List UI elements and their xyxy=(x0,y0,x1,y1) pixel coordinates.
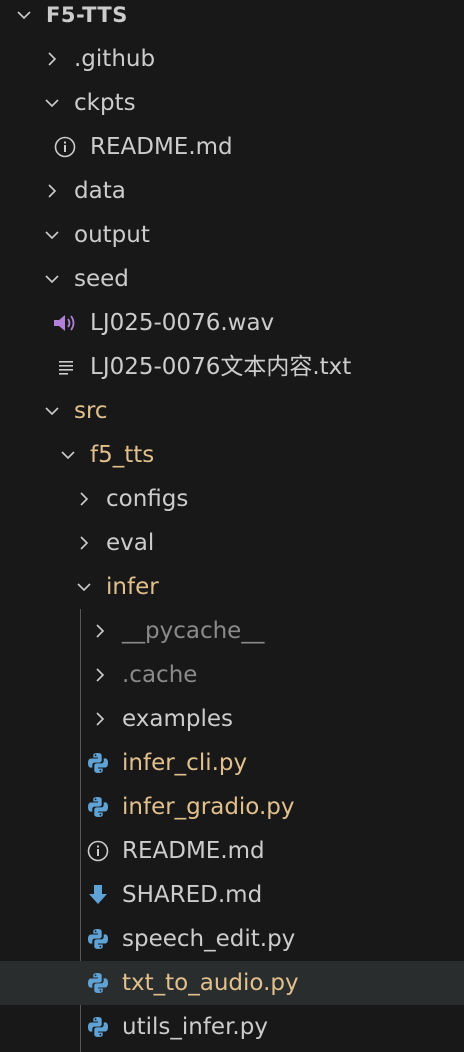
tree-folder-ckpts[interactable]: ckpts xyxy=(0,81,464,125)
tree-item-label: configs xyxy=(106,486,189,512)
python-icon xyxy=(86,961,110,1005)
tree-item-label: data xyxy=(74,178,126,204)
chevron-down-icon[interactable] xyxy=(44,81,60,125)
tree-item-label: infer xyxy=(106,574,159,600)
tree-item-label: eval xyxy=(106,530,155,556)
tree-item-label: infer_gradio.py xyxy=(122,794,295,820)
chevron-right-icon[interactable] xyxy=(44,169,60,213)
tree-file-wav[interactable]: LJ025-0076.wav xyxy=(0,301,464,345)
tree-item-label: README.md xyxy=(90,134,233,160)
chevron-down-icon[interactable] xyxy=(16,0,32,37)
tree-folder-output[interactable]: output xyxy=(0,213,464,257)
tree-item-label: .github xyxy=(74,46,156,72)
file-explorer-tree: F5-TTS .github ckpts README.md data outp… xyxy=(0,0,464,1052)
tree-folder-seed[interactable]: seed xyxy=(0,257,464,301)
info-icon xyxy=(53,125,77,169)
tree-file-utils-infer[interactable]: utils_infer.py xyxy=(0,1005,464,1049)
tree-folder-infer[interactable]: infer xyxy=(0,565,464,609)
tree-folder-data[interactable]: data xyxy=(0,169,464,213)
tree-item-label: txt_to_audio.py xyxy=(122,970,299,996)
tree-file-txt-to-audio[interactable]: txt_to_audio.py xyxy=(0,961,464,1005)
tree-item-label: README.md xyxy=(122,838,265,864)
tree-item-label: output xyxy=(74,222,150,248)
tree-folder-pycache[interactable]: __pycache__ xyxy=(0,609,464,653)
tree-item-label: examples xyxy=(122,706,233,732)
chevron-right-icon[interactable] xyxy=(92,609,108,653)
tree-folder-eval[interactable]: eval xyxy=(0,521,464,565)
tree-item-label: __pycache__ xyxy=(122,618,265,644)
chevron-down-icon[interactable] xyxy=(60,433,76,477)
tree-file-shared[interactable]: SHARED.md xyxy=(0,873,464,917)
tree-file-txt[interactable]: LJ025-0076文本内容.txt xyxy=(0,345,464,389)
chevron-right-icon[interactable] xyxy=(76,521,92,565)
info-icon xyxy=(86,829,110,873)
tree-item-label: LJ025-0076文本内容.txt xyxy=(90,354,352,380)
tree-root-label: F5-TTS xyxy=(46,3,128,27)
tree-item-label: speech_edit.py xyxy=(122,926,296,952)
python-icon xyxy=(86,741,110,785)
tree-item-label: utils_infer.py xyxy=(122,1014,268,1040)
tree-item-label: SHARED.md xyxy=(122,882,263,908)
python-icon xyxy=(86,785,110,829)
chevron-right-icon[interactable] xyxy=(44,37,60,81)
chevron-right-icon[interactable] xyxy=(92,653,108,697)
tree-item-label: infer_cli.py xyxy=(122,750,248,776)
python-icon xyxy=(86,1005,110,1049)
tree-folder-cache[interactable]: .cache xyxy=(0,653,464,697)
tree-item-label: seed xyxy=(74,266,129,292)
python-icon xyxy=(86,917,110,961)
download-arrow-icon xyxy=(86,873,110,917)
tree-folder-f5-tts[interactable]: f5_tts xyxy=(0,433,464,477)
tree-folder-github[interactable]: .github xyxy=(0,37,464,81)
chevron-right-icon[interactable] xyxy=(76,477,92,521)
chevron-down-icon[interactable] xyxy=(44,213,60,257)
tree-root-f5-tts[interactable]: F5-TTS xyxy=(0,0,464,37)
audio-icon xyxy=(53,301,77,345)
chevron-down-icon[interactable] xyxy=(76,565,92,609)
tree-file-speech-edit[interactable]: speech_edit.py xyxy=(0,917,464,961)
tree-item-label: f5_tts xyxy=(90,442,155,468)
chevron-right-icon[interactable] xyxy=(92,697,108,741)
tree-file-infer-readme[interactable]: README.md xyxy=(0,829,464,873)
chevron-down-icon[interactable] xyxy=(44,389,60,433)
tree-folder-configs[interactable]: configs xyxy=(0,477,464,521)
tree-folder-src[interactable]: src xyxy=(0,389,464,433)
tree-item-label: ckpts xyxy=(74,90,136,116)
tree-file-ckpts-readme[interactable]: README.md xyxy=(0,125,464,169)
tree-file-infer-gradio[interactable]: infer_gradio.py xyxy=(0,785,464,829)
tree-item-label: LJ025-0076.wav xyxy=(90,310,275,336)
chevron-down-icon[interactable] xyxy=(44,257,60,301)
text-file-icon xyxy=(57,345,75,389)
tree-file-infer-cli[interactable]: infer_cli.py xyxy=(0,741,464,785)
tree-folder-examples[interactable]: examples xyxy=(0,697,464,741)
tree-item-label: src xyxy=(74,398,108,424)
tree-item-label: .cache xyxy=(122,662,198,688)
